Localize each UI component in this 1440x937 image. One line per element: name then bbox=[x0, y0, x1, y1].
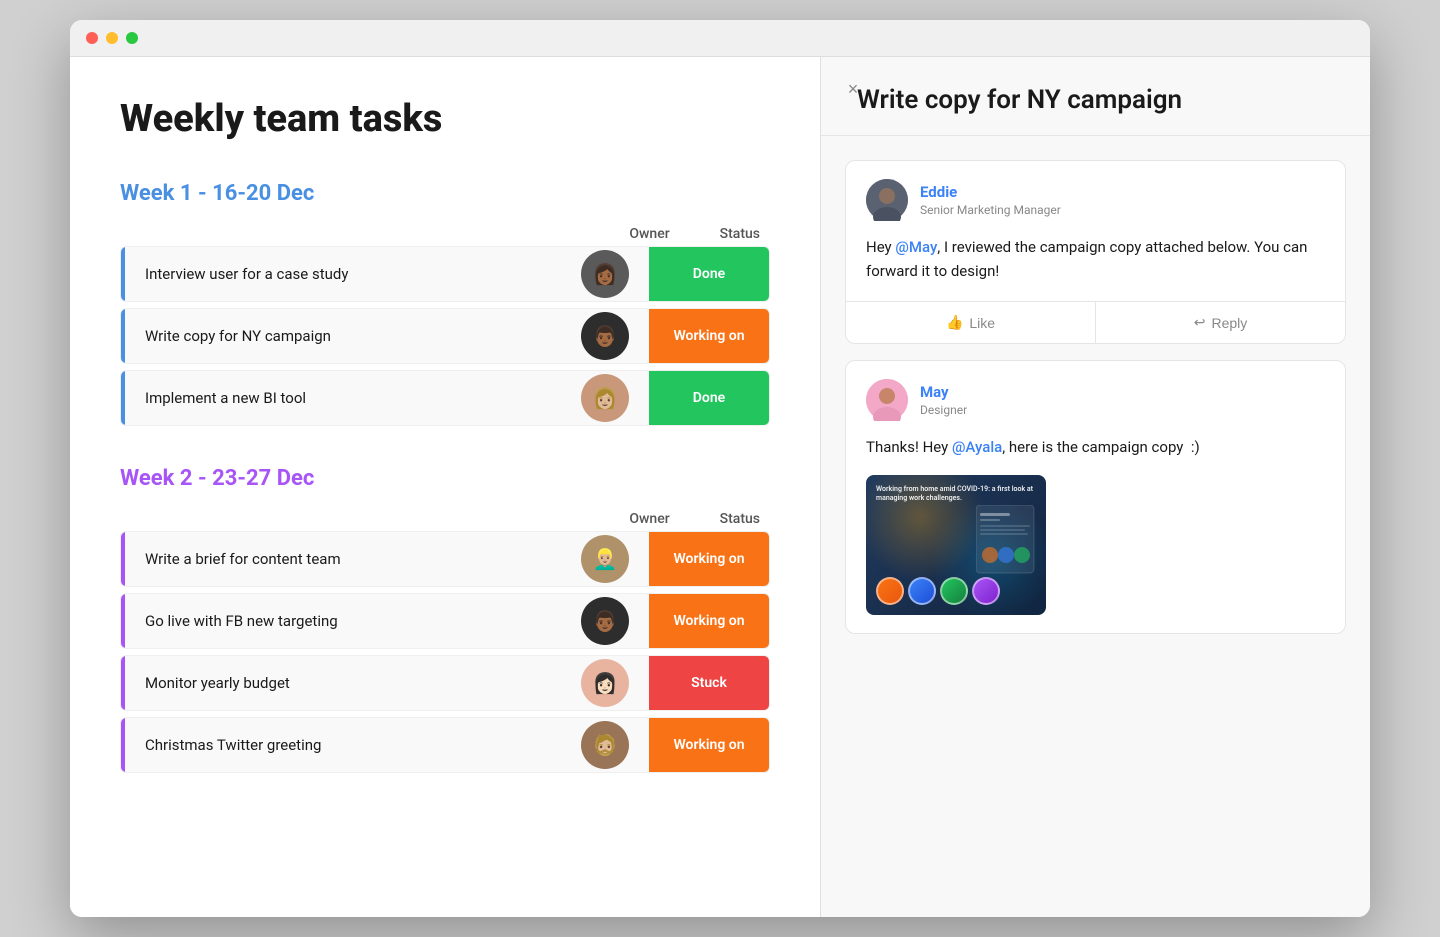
table-row[interactable]: Interview user for a case study 👩🏾 Done bbox=[120, 246, 770, 302]
comment-user-info: May Designer bbox=[920, 383, 967, 417]
face-chip bbox=[908, 577, 936, 605]
task-name: Interview user for a case study bbox=[125, 265, 581, 283]
task-name: Go live with FB new targeting bbox=[125, 612, 581, 630]
image-title: Working from home amid COVID-19: a first… bbox=[876, 485, 1036, 503]
comment-actions: 👍 Like ↩ Reply bbox=[846, 301, 1345, 343]
status-col-header: Status bbox=[720, 226, 760, 242]
task-name: Write copy for NY campaign bbox=[125, 327, 581, 345]
avatar bbox=[866, 179, 908, 221]
owner-avatar: 👨🏾 bbox=[581, 312, 629, 360]
owner-avatar: 👩🏾 bbox=[581, 250, 629, 298]
image-overlay-text: Working from home amid COVID-19: a first… bbox=[876, 485, 1036, 503]
comment-text: Thanks! Hey @Ayala, here is the campaign… bbox=[866, 435, 1325, 459]
comment-user-info: Eddie Senior Marketing Manager bbox=[920, 183, 1061, 217]
face-chip bbox=[972, 577, 1000, 605]
dot-red[interactable] bbox=[86, 32, 98, 44]
comment-header: May Designer bbox=[866, 379, 1325, 421]
comment-user-role: Designer bbox=[920, 403, 967, 417]
reply-icon: ↩ bbox=[1194, 314, 1206, 331]
dot-green[interactable] bbox=[126, 32, 138, 44]
week-2-heading: Week 2 - 23-27 Dec bbox=[120, 466, 770, 491]
mention: @May bbox=[895, 238, 937, 256]
owner-avatar: 🧔🏼 bbox=[581, 721, 629, 769]
task-status-done: Done bbox=[649, 247, 769, 301]
task-status-working: Working on bbox=[649, 309, 769, 363]
right-panel: × Write copy for NY campaign bbox=[820, 57, 1370, 917]
task-status-working: Working on bbox=[649, 718, 769, 772]
comment-body: May Designer Thanks! Hey @Ayala, here is… bbox=[846, 361, 1345, 633]
brochure-decoration bbox=[976, 505, 1036, 575]
comment-user-name: Eddie bbox=[920, 183, 1061, 201]
owner-avatar: 👩🏼 bbox=[581, 374, 629, 422]
page-title: Weekly team tasks bbox=[120, 97, 770, 141]
face-chip bbox=[940, 577, 968, 605]
image-faces bbox=[876, 577, 1036, 605]
like-label: Like bbox=[969, 315, 995, 331]
titlebar bbox=[70, 20, 1370, 57]
table-row[interactable]: Write copy for NY campaign 👨🏾 Working on bbox=[120, 308, 770, 364]
week-1-table-header: Owner Status bbox=[120, 226, 770, 242]
task-status-working: Working on bbox=[649, 594, 769, 648]
like-button[interactable]: 👍 Like bbox=[846, 302, 1096, 343]
status-col-header-2: Status bbox=[720, 511, 760, 527]
table-row[interactable]: Monitor yearly budget 👩🏻 Stuck bbox=[120, 655, 770, 711]
campaign-image: Working from home amid COVID-19: a first… bbox=[866, 475, 1046, 615]
table-row[interactable]: Write a brief for content team 👱🏼‍♂️ Wor… bbox=[120, 531, 770, 587]
task-name: Christmas Twitter greeting bbox=[125, 736, 581, 754]
table-row[interactable]: Implement a new BI tool 👩🏼 Done bbox=[120, 370, 770, 426]
comment-card: May Designer Thanks! Hey @Ayala, here is… bbox=[845, 360, 1346, 634]
week-1-section: Week 1 - 16-20 Dec Owner Status Intervie… bbox=[120, 181, 770, 426]
task-name: Write a brief for content team bbox=[125, 550, 581, 568]
reply-label: Reply bbox=[1211, 315, 1247, 331]
avatar bbox=[866, 379, 908, 421]
task-status-done: Done bbox=[649, 371, 769, 425]
owner-avatar: 👨🏾 bbox=[581, 597, 629, 645]
dot-yellow[interactable] bbox=[106, 32, 118, 44]
owner-col-header-2: Owner bbox=[629, 511, 669, 527]
mention: @Ayala bbox=[952, 438, 1002, 456]
comment-body: Eddie Senior Marketing Manager Hey @May,… bbox=[846, 161, 1345, 301]
panel-task-title: Write copy for NY campaign bbox=[821, 57, 1370, 136]
task-status-stuck: Stuck bbox=[649, 656, 769, 710]
comment-card: Eddie Senior Marketing Manager Hey @May,… bbox=[845, 160, 1346, 344]
comment-user-role: Senior Marketing Manager bbox=[920, 203, 1061, 217]
face-chip bbox=[876, 577, 904, 605]
comment-user-name: May bbox=[920, 383, 967, 401]
table-row[interactable]: Christmas Twitter greeting 🧔🏼 Working on bbox=[120, 717, 770, 773]
task-status-working: Working on bbox=[649, 532, 769, 586]
week-1-heading: Week 1 - 16-20 Dec bbox=[120, 181, 770, 206]
task-name: Monitor yearly budget bbox=[125, 674, 581, 692]
week-2-section: Week 2 - 23-27 Dec Owner Status Write a … bbox=[120, 466, 770, 773]
left-panel: Weekly team tasks Week 1 - 16-20 Dec Own… bbox=[70, 57, 820, 917]
week-2-table-header: Owner Status bbox=[120, 511, 770, 527]
table-row[interactable]: Go live with FB new targeting 👨🏾 Working… bbox=[120, 593, 770, 649]
reply-button[interactable]: ↩ Reply bbox=[1096, 302, 1345, 343]
like-icon: 👍 bbox=[946, 314, 963, 331]
comment-text: Hey @May, I reviewed the campaign copy a… bbox=[866, 235, 1325, 283]
app-window: Weekly team tasks Week 1 - 16-20 Dec Own… bbox=[70, 20, 1370, 917]
owner-avatar: 👱🏼‍♂️ bbox=[581, 535, 629, 583]
content-area: Weekly team tasks Week 1 - 16-20 Dec Own… bbox=[70, 57, 1370, 917]
comments-area: Eddie Senior Marketing Manager Hey @May,… bbox=[821, 136, 1370, 917]
task-name: Implement a new BI tool bbox=[125, 389, 581, 407]
comment-header: Eddie Senior Marketing Manager bbox=[866, 179, 1325, 221]
close-button[interactable]: × bbox=[841, 77, 865, 101]
owner-col-header: Owner bbox=[629, 226, 669, 242]
owner-avatar: 👩🏻 bbox=[581, 659, 629, 707]
